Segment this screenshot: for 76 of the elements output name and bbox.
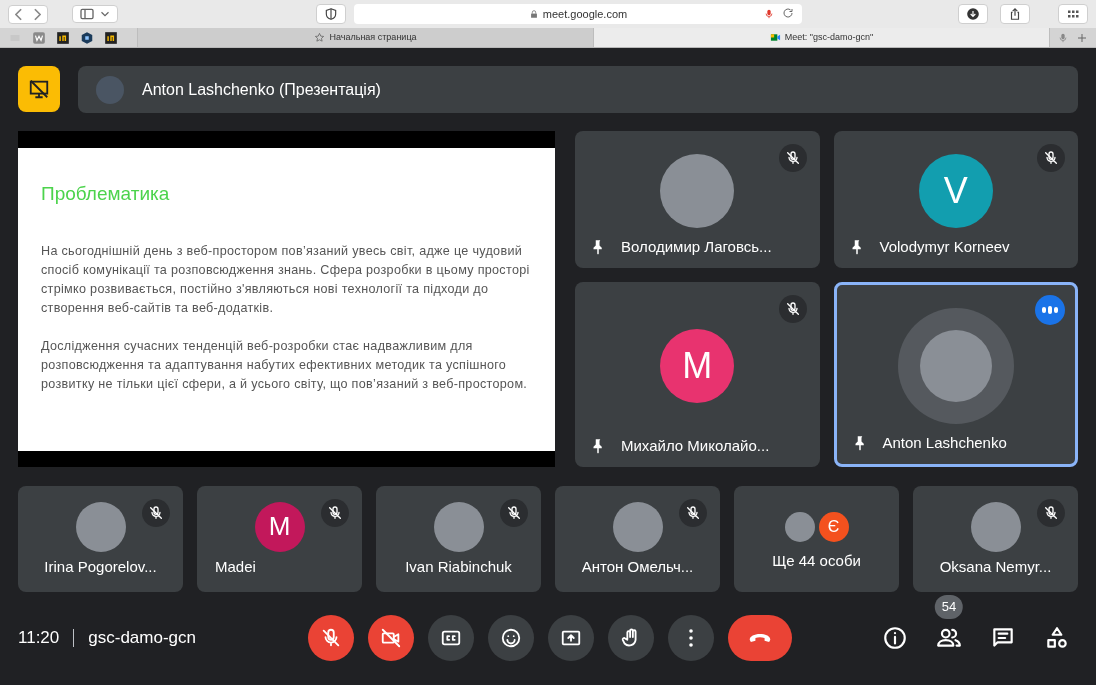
slide-title: Проблематика bbox=[41, 181, 171, 206]
avatar-photo bbox=[96, 75, 124, 104]
meeting-code: gsc-damo-gcn bbox=[88, 627, 196, 650]
video-camera-icon bbox=[769, 32, 781, 43]
presentation-off-icon bbox=[28, 78, 50, 100]
presenter-name: Anton Lashchenko (Презентація) bbox=[142, 79, 381, 100]
hang-up-icon bbox=[749, 634, 771, 642]
sidebar-toggle-button[interactable] bbox=[72, 5, 118, 23]
share-button[interactable] bbox=[1000, 4, 1030, 24]
bookmark-favicon-icon bbox=[104, 30, 118, 45]
slide-paragraph: Дослідження сучасних тенденцій веб-розробки стає надважливим для розповсюдження та адаптування набутих ефективних методик та успішного розвитку не тільки цієї сфери, а й усього світу, що пов’язаний з веб-простором. bbox=[41, 338, 529, 393]
participant-name: Володимир Лаговсь... bbox=[621, 236, 772, 257]
leave-call-button[interactable] bbox=[728, 615, 792, 661]
reload-icon bbox=[782, 7, 794, 19]
camera-off-icon bbox=[380, 627, 402, 649]
participant-name: Madei bbox=[215, 556, 256, 577]
avatar-photo bbox=[784, 511, 815, 542]
grid-icon bbox=[1065, 8, 1081, 20]
microphone-off-icon bbox=[327, 505, 343, 521]
participant-name: Ivan Riabinchuk bbox=[405, 556, 512, 577]
microphone-icon bbox=[764, 7, 774, 21]
participant-name: Irina Pogorelov... bbox=[44, 556, 157, 577]
info-icon bbox=[882, 625, 908, 651]
browser-tab[interactable]: Начальная страница bbox=[138, 28, 594, 47]
avatar-letter: M bbox=[660, 328, 735, 403]
participant-name: Oksana Nemyr... bbox=[939, 556, 1052, 577]
forward-icon[interactable] bbox=[34, 7, 41, 21]
more-participants-label: Ще 44 особи bbox=[772, 550, 861, 571]
microphone-button[interactable] bbox=[308, 615, 354, 661]
slide-paragraph: На сьогоднішній день з веб-простором пов’язаний увесь світ, адже це чудовий спосіб комунікації та розповсюдження знань. Сфера розробки в цьому просторі стрімко розвивається, постійно з'являються нові технології та підходи до створення веб-сайтів та веб-додатків. bbox=[41, 243, 531, 317]
bookmark-favicon-icon bbox=[56, 30, 70, 45]
smiley-icon bbox=[500, 627, 522, 649]
meeting-details-button[interactable] bbox=[882, 625, 908, 651]
microphone-off-icon bbox=[784, 301, 801, 317]
more-vertical-icon bbox=[689, 629, 693, 647]
participant-name: Anton Lashchenko bbox=[882, 432, 1007, 453]
microphone-off-icon bbox=[320, 627, 342, 649]
camera-button[interactable] bbox=[368, 615, 414, 661]
present-button[interactable] bbox=[548, 615, 594, 661]
microphone-off-icon bbox=[148, 505, 164, 521]
shield-icon bbox=[324, 7, 338, 21]
microphone-off-icon bbox=[506, 505, 522, 521]
sidebar-icon bbox=[77, 6, 97, 22]
downloads-button[interactable] bbox=[958, 4, 988, 24]
privacy-button[interactable] bbox=[316, 4, 346, 24]
presentation-button[interactable] bbox=[18, 66, 60, 112]
reactions-button[interactable] bbox=[488, 615, 534, 661]
url-text: meet.google.com bbox=[542, 6, 628, 22]
share-icon bbox=[1008, 7, 1022, 21]
address-bar[interactable]: meet.google.com bbox=[354, 4, 802, 24]
activities-button[interactable] bbox=[1044, 625, 1070, 651]
browser-tab[interactable]: Meet: "gsc-damo-gcn" bbox=[594, 28, 1050, 47]
download-icon bbox=[966, 7, 980, 21]
star-icon bbox=[314, 32, 326, 43]
microphone-off-icon bbox=[685, 505, 701, 521]
meeting-time: 11:20 bbox=[18, 627, 60, 650]
tab-overview-button[interactable] bbox=[1058, 4, 1088, 24]
bookmark-favicon-icon bbox=[80, 30, 94, 45]
avatar-letter: M bbox=[254, 501, 305, 552]
back-icon[interactable] bbox=[15, 7, 22, 21]
shapes-icon bbox=[1044, 625, 1070, 651]
participant-name: Антон Омельч... bbox=[581, 556, 694, 577]
microphone-off-icon bbox=[784, 150, 801, 166]
microphone-off-icon bbox=[1043, 505, 1059, 521]
raise-hand-button[interactable] bbox=[608, 615, 654, 661]
back-forward-buttons[interactable] bbox=[8, 4, 48, 24]
captions-button[interactable] bbox=[428, 615, 474, 661]
bookmark-favicon-icon bbox=[32, 30, 46, 45]
avatar-letter: V bbox=[918, 153, 993, 228]
participant-name: Volodymyr Korneev bbox=[879, 236, 1010, 257]
participant-name: Михайло Миколайо... bbox=[621, 435, 770, 456]
microphone-off-icon bbox=[1043, 150, 1059, 166]
more-participants-tile[interactable]: Є Ще 44 особи bbox=[734, 486, 899, 592]
avatar-letter: Є bbox=[818, 511, 849, 542]
participant-count-badge: 54 bbox=[934, 595, 964, 619]
lock-icon bbox=[528, 9, 539, 19]
